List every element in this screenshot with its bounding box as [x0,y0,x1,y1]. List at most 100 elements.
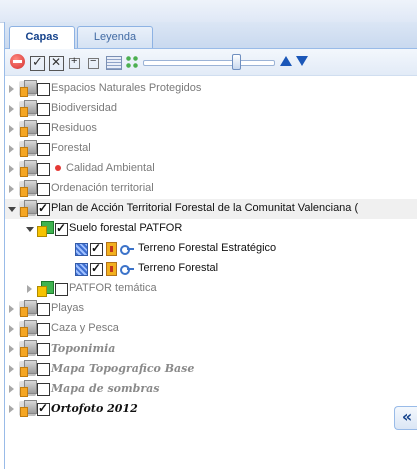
expand-toggle-icon[interactable] [9,185,14,193]
metadata-icon[interactable] [120,243,134,255]
layer-label[interactable]: Suelo forestal PATFOR [69,222,182,235]
layer-checkbox[interactable] [37,103,50,116]
layer-group-icon [19,120,37,137]
layer-checkbox[interactable] [55,221,68,236]
move-up-icon[interactable] [280,56,292,66]
layer-checkbox[interactable] [37,383,50,396]
layer-group-icon [19,340,37,357]
expand-all-icon[interactable] [69,55,80,69]
expand-toggle-icon[interactable] [9,105,14,113]
expand-toggle-icon[interactable] [9,365,14,373]
tree-node-espacios[interactable]: Espacios Naturales Protegidos [5,79,417,99]
layer-checkbox[interactable] [37,401,50,416]
expand-toggle-icon[interactable] [9,325,14,333]
layer-group-icon [19,360,37,377]
tree-node-mapa-topografico[interactable]: Mapa Topografico Base [5,359,417,379]
layer-label[interactable]: Calidad Ambiental [66,162,155,175]
expand-toggle-icon[interactable] [27,285,32,293]
layer-group-icon [19,180,37,197]
tree-node-terreno-forestal-estrategico[interactable]: Terreno Forestal Estratégico [5,239,417,259]
layer-checkbox[interactable] [37,83,50,96]
layer-label[interactable]: Caza y Pesca [51,322,119,335]
layer-checkbox[interactable] [37,123,50,136]
tree-node-calidad-ambiental[interactable]: Calidad Ambiental [5,159,417,179]
layer-label[interactable]: Toponimia [51,342,115,355]
layer-label[interactable]: Biodiversidad [51,102,117,115]
collapse-toggle-icon[interactable] [8,207,16,212]
collapse-panel-button[interactable]: « [394,406,417,430]
layer-label[interactable]: PATFOR temática [69,282,157,295]
expand-toggle-icon[interactable] [9,345,14,353]
tree-node-residuos[interactable]: Residuos [5,119,417,139]
layer-group-icon [19,300,37,317]
layer-label[interactable]: Ortofoto 2012 [51,402,138,415]
collapse-toggle-icon[interactable] [26,227,34,232]
layer-checkbox[interactable] [55,283,68,296]
expand-toggle-icon[interactable] [9,165,14,173]
layer-info-icon[interactable] [106,262,117,276]
status-dot-icon [55,165,61,171]
tree-node-terreno-forestal[interactable]: Terreno Forestal [5,259,417,279]
layer-label[interactable]: Playas [51,302,84,315]
grid-icon[interactable] [125,55,139,69]
tree-node-biodiversidad[interactable]: Biodiversidad [5,99,417,119]
tree-node-playas[interactable]: Playas [5,299,417,319]
opacity-slider[interactable] [143,54,275,70]
metadata-icon[interactable] [120,263,134,275]
layer-checkbox[interactable] [90,241,103,256]
expand-toggle-icon[interactable] [9,385,14,393]
layer-checkbox[interactable] [37,163,50,176]
layer-group-icon [19,320,37,337]
layer-label[interactable]: Espacios Naturales Protegidos [51,82,201,95]
layer-label[interactable]: Mapa de sombras [51,382,159,395]
layer-group-icon [19,100,37,117]
tree-node-toponimia[interactable]: Toponimia [5,339,417,359]
legend-swatch-icon [75,243,88,256]
tab-leyenda[interactable]: Leyenda [77,26,153,48]
expand-toggle-icon[interactable] [9,125,14,133]
collapse-all-icon[interactable] [88,55,99,69]
tree-node-patfor-tematica[interactable]: PATFOR temática [5,279,417,299]
layer-checkbox[interactable] [37,343,50,356]
expand-toggle-icon[interactable] [9,305,14,313]
layer-label[interactable]: Mapa Topografico Base [51,362,194,375]
attribute-table-icon[interactable] [106,56,122,70]
move-down-icon[interactable] [296,56,308,66]
layer-checkbox[interactable] [37,303,50,316]
tab-capas[interactable]: Capas [9,26,75,49]
layer-group-icon [19,140,37,157]
expand-toggle-icon[interactable] [9,405,14,413]
layer-group-icon [36,221,54,237]
layer-info-icon[interactable] [106,242,117,256]
layer-checkbox[interactable] [37,201,50,216]
layer-label[interactable]: Terreno Forestal [138,262,218,275]
layer-checkbox[interactable] [37,183,50,196]
tab-bar: Capas Leyenda [5,22,417,49]
tree-node-patfor[interactable]: Plan de Acción Territorial Forestal de l… [5,199,417,219]
uncheck-all-icon[interactable] [49,55,64,71]
layer-checkbox[interactable] [37,143,50,156]
layer-label[interactable]: Plan de Acción Territorial Forestal de l… [51,202,358,215]
remove-layer-icon[interactable] [10,54,25,69]
layer-checkbox[interactable] [90,261,103,276]
tree-node-forestal[interactable]: Forestal [5,139,417,159]
layer-label[interactable]: Forestal [51,142,91,155]
tree-node-ordenacion[interactable]: Ordenación territorial [5,179,417,199]
tree-node-caza-pesca[interactable]: Caza y Pesca [5,319,417,339]
tree-node-mapa-sombras[interactable]: Mapa de sombras [5,379,417,399]
check-all-icon[interactable] [30,54,45,71]
tree-node-suelo-forestal[interactable]: Suelo forestal PATFOR [5,219,417,239]
slider-thumb[interactable] [232,54,241,70]
layer-label[interactable]: Ordenación territorial [51,182,154,195]
expand-toggle-icon[interactable] [9,145,14,153]
layer-group-icon [19,160,37,177]
expand-toggle-icon[interactable] [9,85,14,93]
window-top-strip [0,0,417,23]
layer-checkbox[interactable] [37,363,50,376]
layer-checkbox[interactable] [37,323,50,336]
layer-label[interactable]: Terreno Forestal Estratégico [138,242,276,255]
layer-toolbar [5,49,417,76]
tree-node-ortofoto[interactable]: Ortofoto 2012 [5,399,417,419]
layer-label[interactable]: Residuos [51,122,97,135]
legend-swatch-icon [75,263,88,276]
